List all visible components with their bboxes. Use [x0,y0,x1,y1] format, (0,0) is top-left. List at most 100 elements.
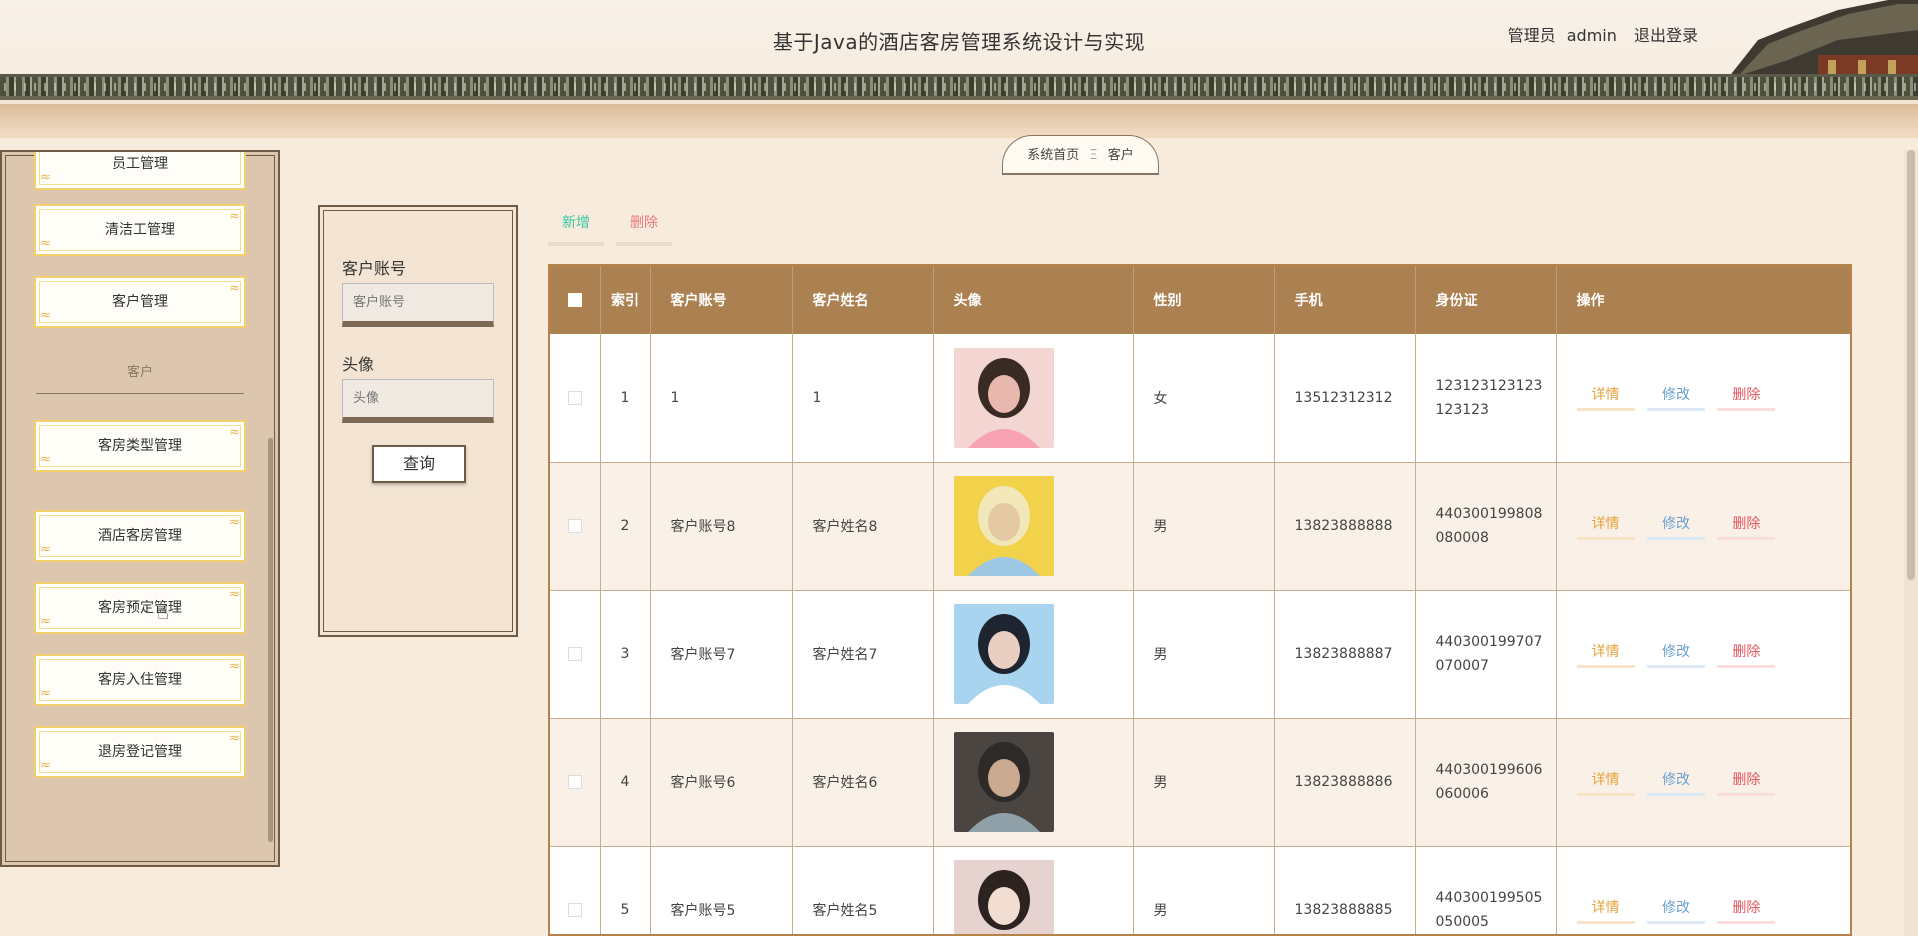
header-idcard: 身份证 [1415,266,1557,334]
row-checkbox[interactable] [550,846,601,934]
row-checkbox[interactable] [550,334,601,463]
user-bar: 管理员 admin 退出登录 [1502,22,1698,46]
row-phone: 13823888885 [1274,846,1416,934]
swirl-icon: ≈ [229,587,240,602]
page-scrollbar[interactable] [1904,150,1918,936]
table-header-row: 索引 客户账号 客户姓名 头像 性别 手机 身份证 操作 [550,266,1850,334]
idcard-text: 123123123123123123 [1435,377,1543,418]
row-gender: 男 [1133,462,1275,591]
header-phone: 手机 [1274,266,1416,334]
row-account: 1 [650,334,793,463]
sidebar-item-label: 清洁工管理 [105,222,175,238]
row-index: 1 [600,334,651,463]
edit-button[interactable]: 修改 [1646,641,1705,668]
batch-delete-button[interactable]: 删除 [616,212,672,246]
row-name: 1 [792,334,934,463]
row-actions: 详情 修改 删除 [1556,718,1850,847]
sidebar-item-label: 客房预定管理 [98,600,182,616]
customer-table: 索引 客户账号 客户姓名 头像 性别 手机 身份证 操作 1 1 1 女 135… [548,264,1852,936]
edit-button[interactable]: 修改 [1646,769,1705,796]
detail-button[interactable]: 详情 [1576,641,1635,668]
delete-button[interactable]: 删除 [1717,384,1776,412]
sidebar: ≈ 员工管理 ≈ ≈ 清洁工管理 ≈ ≈ 客户管理 ≈ 客户 ≈ 客房类型管理 … [0,150,280,867]
detail-button[interactable]: 详情 [1576,897,1635,924]
row-name: 客户姓名6 [792,718,934,847]
avatar-image [953,347,1054,448]
delete-button[interactable]: 删除 [1717,513,1776,540]
edit-button[interactable]: 修改 [1646,897,1705,924]
idcard-text: 440300199808080008 [1435,506,1543,546]
sidebar-scrollbar[interactable] [268,438,273,842]
sidebar-item-label: 酒店客房管理 [98,528,182,544]
row-name: 客户姓名5 [792,846,934,934]
swirl-icon: ≈ [40,614,51,629]
swirl-icon: ≈ [40,170,51,185]
row-avatar-cell [933,846,1134,934]
page-scrollbar-thumb[interactable] [1907,150,1915,580]
sidebar-item-checkin[interactable]: ≈ 客房入住管理 ≈ [34,654,246,706]
idcard-text: 440300199606060006 [1435,762,1543,802]
swirl-icon: ≈ [229,425,240,440]
row-gender: 男 [1133,718,1275,847]
sidebar-item-room-types[interactable]: ≈ 客房类型管理 ≈ [34,420,246,472]
page-header: 基于Java的酒店客房管理系统设计与实现 管理员 admin 退出登录 [0,0,1918,138]
select-all-checkbox[interactable] [550,266,601,334]
row-account: 客户账号7 [650,590,793,719]
delete-button[interactable]: 删除 [1717,641,1776,668]
avatar-search-input[interactable] [342,379,494,423]
breadcrumb-home[interactable]: 系统首页 [1027,148,1079,163]
edit-button[interactable]: 修改 [1646,384,1705,412]
pagoda-roof-decoration [1728,0,1918,80]
sidebar-item-reservations[interactable]: ≈ 客房预定管理 ≈ [34,582,246,634]
logout-link[interactable]: 退出登录 [1634,26,1698,45]
sidebar-item-staff[interactable]: ≈ 员工管理 ≈ [34,150,246,190]
sidebar-item-checkout[interactable]: ≈ 退房登记管理 ≈ [34,726,246,778]
header-account: 客户账号 [650,266,793,334]
breadcrumb-separator-icon: Ξ [1089,148,1098,163]
header-index: 索引 [600,266,651,334]
header-name: 客户姓名 [792,266,934,334]
swirl-icon: ≈ [40,686,51,701]
row-checkbox[interactable] [550,590,601,719]
roof-tile-band [0,74,1918,100]
row-avatar-cell [933,590,1134,719]
row-account: 客户账号6 [650,718,793,847]
sidebar-item-label: 客户管理 [112,294,168,310]
swirl-icon: ≈ [40,236,51,251]
delete-button[interactable]: 删除 [1717,897,1776,924]
sidebar-item-customers[interactable]: ≈ 客户管理 ≈ [34,276,246,328]
row-phone: 13823888888 [1274,462,1416,591]
detail-button[interactable]: 详情 [1576,769,1635,796]
account-label: 客户账号 [342,259,407,278]
swirl-icon: ≈ [40,758,51,773]
row-gender: 男 [1133,590,1275,719]
query-button[interactable]: 查询 [372,445,466,483]
add-button[interactable]: 新增 [548,212,604,246]
row-phone: 13512312312 [1274,334,1416,463]
sidebar-item-hotel-rooms[interactable]: ≈ 酒店客房管理 ≈ [34,510,246,562]
row-name: 客户姓名8 [792,462,934,591]
sidebar-item-label: 员工管理 [112,156,168,172]
edit-button[interactable]: 修改 [1646,513,1705,540]
breadcrumb-current: 客户 [1107,148,1134,163]
row-avatar-cell [933,462,1134,591]
swirl-icon: ≈ [40,542,51,557]
header-gender: 性别 [1133,266,1275,334]
detail-button[interactable]: 详情 [1576,513,1635,540]
username: admin [1566,26,1617,45]
delete-button[interactable]: 删除 [1717,769,1776,796]
sidebar-item-cleaners[interactable]: ≈ 清洁工管理 ≈ [34,204,246,256]
row-index: 5 [600,846,651,934]
row-checkbox[interactable] [550,462,601,591]
detail-button[interactable]: 详情 [1576,384,1635,412]
header-actions: 操作 [1556,266,1850,334]
row-gender: 女 [1133,334,1275,463]
row-checkbox[interactable] [550,718,601,847]
header-shadow [0,104,1918,134]
header-avatar: 头像 [933,266,1134,334]
row-phone: 13823888886 [1274,718,1416,847]
swirl-icon: ≈ [229,150,240,158]
account-search-input[interactable] [342,283,494,327]
search-panel: 客户账号 头像 查询 [318,205,518,637]
row-name: 客户姓名7 [792,590,934,719]
